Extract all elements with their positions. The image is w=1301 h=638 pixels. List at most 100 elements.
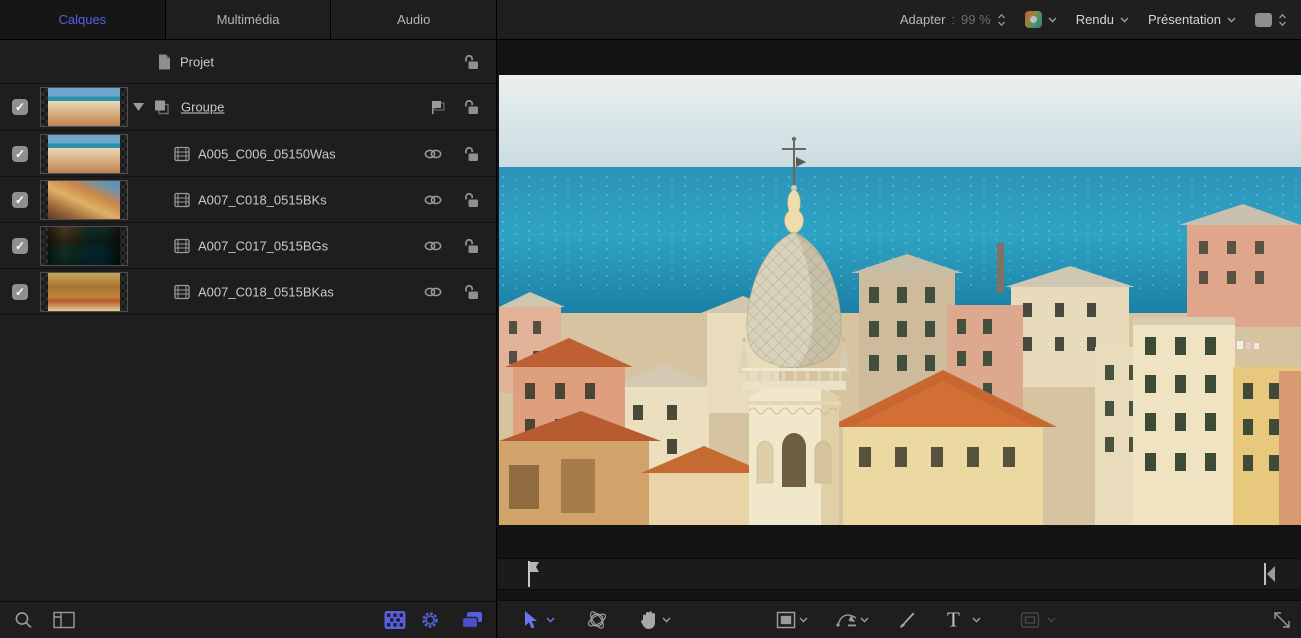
layer-name[interactable]: Groupe — [181, 100, 224, 115]
link-icon[interactable] — [424, 195, 442, 205]
zoom-control[interactable]: Adapter : 99 % — [900, 12, 1006, 27]
search-icon[interactable] — [14, 611, 33, 630]
layers-panel: Projet ✓ Groupe ✓ A005_C006_05150Was ✓ — [0, 40, 497, 601]
document-icon — [157, 53, 172, 70]
disclosure-triangle-icon[interactable] — [133, 103, 144, 111]
layer-row-clip[interactable]: ✓ A007_C018_0515BKas — [0, 269, 496, 315]
presentation-menu[interactable]: Présentation — [1148, 12, 1236, 27]
zoom-colon: : — [951, 12, 955, 27]
layer-thumbnail — [40, 226, 128, 266]
bezier-pen-tool[interactable] — [836, 610, 860, 630]
chevron-down-icon-disabled — [1047, 617, 1056, 623]
view-layout-control[interactable] — [1255, 13, 1287, 27]
chevron-down-icon[interactable] — [662, 617, 671, 623]
pane-layout-icon[interactable] — [53, 612, 75, 629]
tab-audio[interactable]: Audio — [331, 0, 496, 39]
canvas-toolbar: T — [498, 600, 1301, 638]
check-icon: ✓ — [15, 100, 25, 114]
layer-thumbnail — [40, 87, 128, 127]
layers-panel-footer — [0, 601, 497, 638]
gear-icon[interactable] — [420, 610, 440, 630]
orbit-3d-tool[interactable] — [586, 609, 608, 631]
check-icon: ✓ — [15, 147, 25, 161]
enable-checkbox[interactable]: ✓ — [12, 99, 28, 115]
layers-stack-icon[interactable] — [461, 611, 484, 629]
layer-row-group[interactable]: ✓ Groupe — [0, 84, 496, 131]
motion-window: Calques Multimédia Audio Adapter : 99 % … — [0, 0, 1301, 638]
enable-checkbox[interactable]: ✓ — [12, 238, 28, 254]
chevron-down-icon[interactable] — [799, 617, 808, 623]
zoom-value: 99 % — [961, 12, 991, 27]
chevron-down-icon[interactable] — [860, 617, 869, 623]
canvas-area[interactable]: T — [498, 40, 1301, 638]
timeline-end-marker[interactable] — [1264, 563, 1276, 585]
film-icon — [174, 192, 190, 207]
link-icon[interactable] — [424, 149, 442, 159]
chevron-down-icon — [1227, 17, 1236, 23]
stepper-icon[interactable] — [997, 13, 1006, 27]
text-tool[interactable]: T — [947, 609, 960, 630]
film-icon — [174, 238, 190, 253]
video-frame — [499, 75, 1301, 525]
rectangle-shape-tool[interactable] — [776, 611, 796, 629]
chevron-down-icon[interactable] — [972, 617, 981, 623]
check-icon: ✓ — [15, 285, 25, 299]
panel-tabs: Calques Multimédia Audio — [0, 0, 497, 40]
pan-hand-tool[interactable] — [639, 609, 659, 630]
chevron-down-icon — [1048, 17, 1057, 23]
layer-name: A007_C018_0515BKs — [198, 192, 327, 207]
flag-icon[interactable] — [430, 99, 446, 115]
link-icon[interactable] — [424, 241, 442, 251]
layout-square-icon — [1255, 13, 1272, 27]
render-label: Rendu — [1076, 12, 1114, 27]
top-bar: Calques Multimédia Audio Adapter : 99 % … — [0, 0, 1301, 40]
stepper-icon — [1278, 13, 1287, 27]
layer-name: A005_C006_05150Was — [198, 146, 336, 161]
playhead-marker[interactable] — [527, 561, 540, 587]
layer-thumbnail — [40, 134, 128, 174]
layer-row-clip[interactable]: ✓ A007_C017_0515BGs — [0, 223, 496, 269]
tab-label: Audio — [397, 12, 430, 27]
render-menu[interactable]: Rendu — [1076, 12, 1129, 27]
checkerboard-icon[interactable] — [384, 611, 406, 630]
layer-row-clip[interactable]: ✓ A007_C018_0515BKs — [0, 177, 496, 223]
tab-label: Calques — [58, 12, 106, 27]
film-icon — [174, 146, 190, 161]
zoom-label: Adapter — [900, 12, 946, 27]
enable-checkbox[interactable]: ✓ — [12, 192, 28, 208]
check-icon: ✓ — [15, 193, 25, 207]
enable-checkbox[interactable]: ✓ — [12, 284, 28, 300]
layer-row-project[interactable]: Projet — [0, 40, 496, 84]
tab-calques[interactable]: Calques — [0, 0, 166, 39]
paintbrush-tool[interactable] — [896, 610, 916, 630]
vernazza-scene — [499, 75, 1301, 525]
layer-name: A007_C018_0515BKas — [198, 284, 334, 299]
color-swatch-icon — [1025, 11, 1042, 28]
text-tool-glyph: T — [947, 609, 960, 630]
enable-checkbox[interactable]: ✓ — [12, 146, 28, 162]
select-tool[interactable] — [522, 610, 538, 630]
unlock-icon[interactable] — [463, 53, 480, 70]
unlock-icon[interactable] — [463, 99, 480, 116]
color-channels-control[interactable] — [1025, 11, 1057, 28]
chevron-down-icon[interactable] — [546, 617, 555, 623]
layer-name: A007_C017_0515BGs — [198, 238, 328, 253]
link-icon[interactable] — [424, 287, 442, 297]
expand-view-icon[interactable] — [1273, 611, 1291, 629]
film-icon — [174, 284, 190, 299]
tab-label: Multimédia — [217, 12, 280, 27]
unlock-icon[interactable] — [463, 145, 480, 162]
unlock-icon[interactable] — [463, 237, 480, 254]
unlock-icon[interactable] — [463, 283, 480, 300]
layer-row-clip[interactable]: ✓ A005_C006_05150Was — [0, 131, 496, 177]
group-icon — [153, 99, 170, 116]
mask-tool-disabled — [1020, 611, 1040, 628]
unlock-icon[interactable] — [463, 191, 480, 208]
check-icon: ✓ — [15, 239, 25, 253]
presentation-label: Présentation — [1148, 12, 1221, 27]
tab-multimedia[interactable]: Multimédia — [166, 0, 332, 39]
chevron-down-icon — [1120, 17, 1129, 23]
layer-thumbnail — [40, 180, 128, 220]
mini-timeline[interactable] — [498, 558, 1301, 590]
view-toolbar: Adapter : 99 % Rendu Présentation — [497, 0, 1301, 40]
